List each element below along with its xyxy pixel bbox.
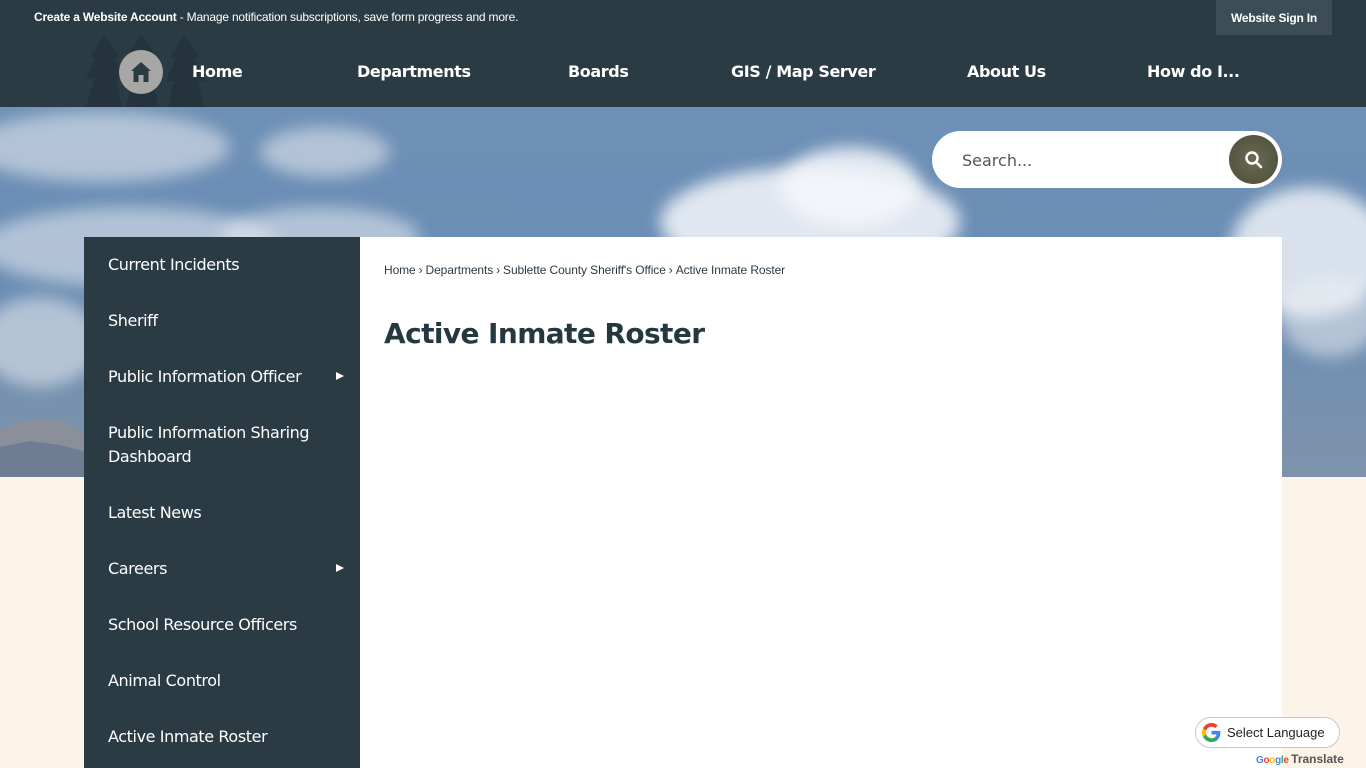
create-account-banner[interactable]: Create a Website Account - Manage notifi…: [34, 10, 518, 24]
create-account-description: - Manage notification subscriptions, sav…: [176, 10, 519, 24]
powered-by-google-translate: Google Translate: [1256, 752, 1344, 766]
sidebar-item-active-inmate-roster[interactable]: Active Inmate Roster: [84, 725, 360, 749]
select-language-label: Select Language: [1227, 725, 1325, 740]
breadcrumb-separator: ›: [496, 263, 501, 277]
sidebar-item-current-incidents[interactable]: Current Incidents: [84, 253, 360, 277]
sidebar-item-school-resource-officers[interactable]: School Resource Officers: [84, 613, 360, 637]
sidebar-nav: Current Incidents Sheriff Public Informa…: [84, 237, 360, 768]
breadcrumb-home[interactable]: Home: [384, 263, 416, 277]
sidebar-item-label: Active Inmate Roster: [108, 727, 268, 746]
select-language-dropdown[interactable]: Select Language: [1195, 717, 1340, 748]
breadcrumb-separator: ›: [418, 263, 423, 277]
breadcrumb-current: Active Inmate Roster: [675, 263, 786, 277]
search-bar: [932, 131, 1282, 188]
sidebar-item-label: Public Information Officer: [108, 367, 302, 386]
breadcrumb-departments[interactable]: Departments: [426, 263, 494, 277]
breadcrumb-separator: ›: [668, 263, 673, 277]
mountain: [0, 419, 90, 477]
home-icon-button[interactable]: [119, 50, 163, 94]
main-content: Home › Departments › Sublette County Sheriff…: [360, 237, 1282, 768]
sidebar-item-label: School Resource Officers: [108, 615, 297, 634]
page-title: Active Inmate Roster: [384, 317, 705, 350]
create-account-link[interactable]: Create a Website Account: [34, 10, 177, 24]
sidebar-item-label: Animal Control: [108, 671, 221, 690]
nav-departments[interactable]: Departments: [357, 35, 471, 107]
google-wordmark: Google: [1256, 755, 1289, 766]
sidebar-item-label: Sheriff: [108, 311, 158, 330]
sidebar-item-animal-control[interactable]: Animal Control: [84, 669, 360, 693]
sidebar-item-public-information-sharing-dashboard[interactable]: Public Information Sharing Dashboard: [84, 421, 360, 469]
main-nav: Home Departments Boards GIS / Map Server…: [0, 35, 1366, 107]
nav-how-do-i[interactable]: How do I...: [1147, 35, 1240, 107]
sidebar-item-sheriff[interactable]: Sheriff: [84, 309, 360, 333]
submenu-arrow-icon[interactable]: [336, 564, 344, 572]
sidebar-item-label: Careers: [108, 559, 168, 578]
sidebar-item-latest-news[interactable]: Latest News: [84, 501, 360, 525]
breadcrumb-sheriffs-office[interactable]: Sublette County Sheriff's Office: [503, 263, 666, 277]
sidebar-item-label: Latest News: [108, 503, 202, 522]
cloud: [260, 127, 390, 177]
cloud: [780, 147, 920, 227]
nav-gis-map-server[interactable]: GIS / Map Server: [731, 35, 876, 107]
home-icon: [131, 62, 151, 82]
cloud: [1280, 277, 1366, 357]
search-icon: [1244, 150, 1262, 168]
cloud: [0, 112, 230, 182]
google-g-icon: [1202, 723, 1221, 742]
submenu-arrow-icon[interactable]: [336, 372, 344, 380]
breadcrumb: Home › Departments › Sublette County Sheriff…: [384, 263, 785, 277]
sidebar-item-careers[interactable]: Careers: [84, 557, 360, 581]
nav-about-us[interactable]: About Us: [967, 35, 1046, 107]
top-bar: Create a Website Account - Manage notifi…: [0, 0, 1366, 35]
nav-boards[interactable]: Boards: [568, 35, 629, 107]
website-sign-in-button[interactable]: Website Sign In: [1216, 0, 1332, 35]
sidebar-item-label: Public Information Sharing Dashboard: [108, 423, 310, 466]
sidebar-item-public-information-officer[interactable]: Public Information Officer: [84, 365, 360, 389]
search-button[interactable]: [1229, 135, 1278, 184]
search-input[interactable]: [962, 145, 1222, 175]
sidebar-item-label: Current Incidents: [108, 255, 240, 274]
nav-home[interactable]: Home: [192, 35, 243, 107]
translate-wordmark[interactable]: Translate: [1291, 752, 1344, 766]
